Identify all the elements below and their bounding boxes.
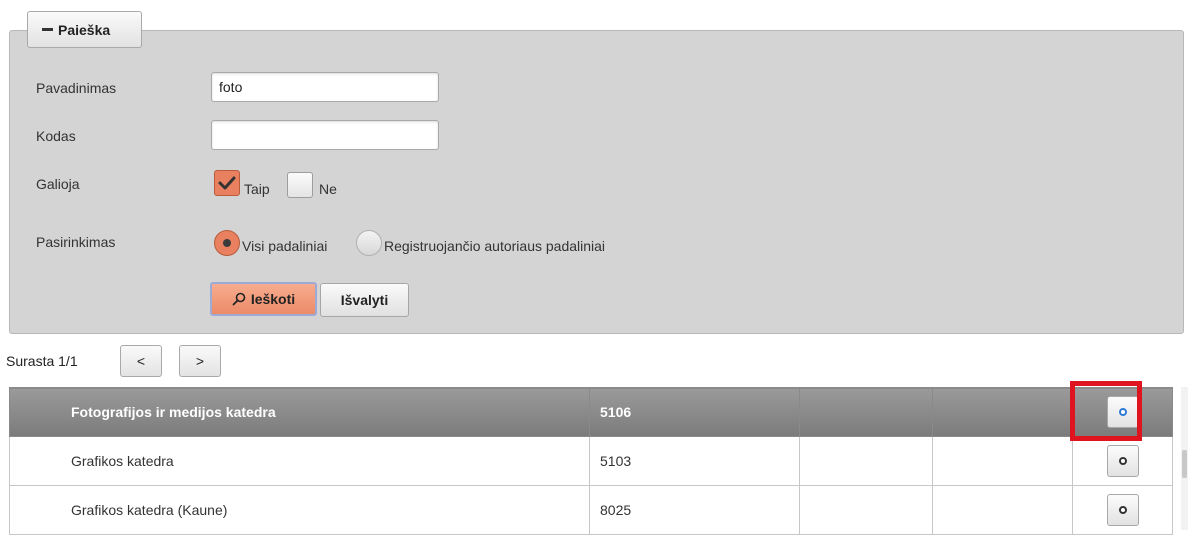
clear-button-label: Išvalyti [340,292,389,308]
row-col3 [799,387,933,437]
row-col4 [932,387,1073,437]
row-name: Fotografijos ir medijos katedra [9,387,590,437]
prev-page-button[interactable]: < [120,345,162,377]
select-row-button[interactable] [1106,445,1139,477]
code-input[interactable] [211,120,439,150]
row-name: Grafikos katedra (Kaune) [9,485,590,535]
select-icon [1118,457,1127,465]
row-code: 5106 [589,387,800,437]
valid-yes-label: Taip [244,181,270,197]
results-table: Fotografijos ir medijos katedra 5106 Gra… [9,387,1173,535]
select-row-button[interactable] [1106,396,1139,428]
search-panel [9,30,1184,334]
results-count: Surasta 1/1 [6,353,78,369]
valid-label: Galioja [36,176,80,192]
prev-page-label: < [136,353,146,369]
valid-no-checkbox[interactable] [287,172,313,198]
select-icon [1118,408,1127,416]
checkmark-icon [218,176,236,190]
row-col3 [799,485,933,535]
radio-author-units-label: Registruojančio autoriaus padaliniai [384,238,606,254]
code-label: Kodas [36,128,76,144]
name-label: Pavadinimas [36,80,117,96]
table-row[interactable]: Grafikos katedra (Kaune) 8025 [9,485,1173,535]
table-row[interactable]: Grafikos katedra 5103 [9,436,1173,486]
radio-all-units-label: Visi padaliniai [242,238,328,254]
row-name: Grafikos katedra [9,436,590,486]
search-button[interactable]: Ieškoti [210,282,317,316]
row-action-cell [1072,387,1173,437]
valid-no-label: Ne [319,181,337,197]
row-col4 [932,485,1073,535]
search-toggle-button[interactable]: Paieška [27,11,142,48]
radio-author-units[interactable] [356,230,382,256]
valid-yes-checkbox[interactable] [214,170,240,196]
name-input[interactable] [211,72,439,102]
scrollbar-thumb[interactable] [1182,450,1187,478]
radio-all-units[interactable] [214,230,240,256]
minus-icon [42,28,53,31]
next-page-button[interactable]: > [179,345,221,377]
search-icon [232,292,246,306]
row-col3 [799,436,933,486]
next-page-label: > [195,353,205,369]
row-col4 [932,436,1073,486]
clear-button[interactable]: Išvalyti [320,283,409,317]
table-row[interactable]: Fotografijos ir medijos katedra 5106 [9,387,1173,437]
row-code: 8025 [589,485,800,535]
row-action-cell [1072,485,1173,535]
select-icon [1118,506,1127,514]
choice-label: Pasirinkimas [36,234,116,250]
row-action-cell [1072,436,1173,486]
row-code: 5103 [589,436,800,486]
search-button-label: Ieškoti [250,291,296,307]
select-row-button[interactable] [1106,494,1139,526]
search-legend-label: Paieška [58,21,111,38]
